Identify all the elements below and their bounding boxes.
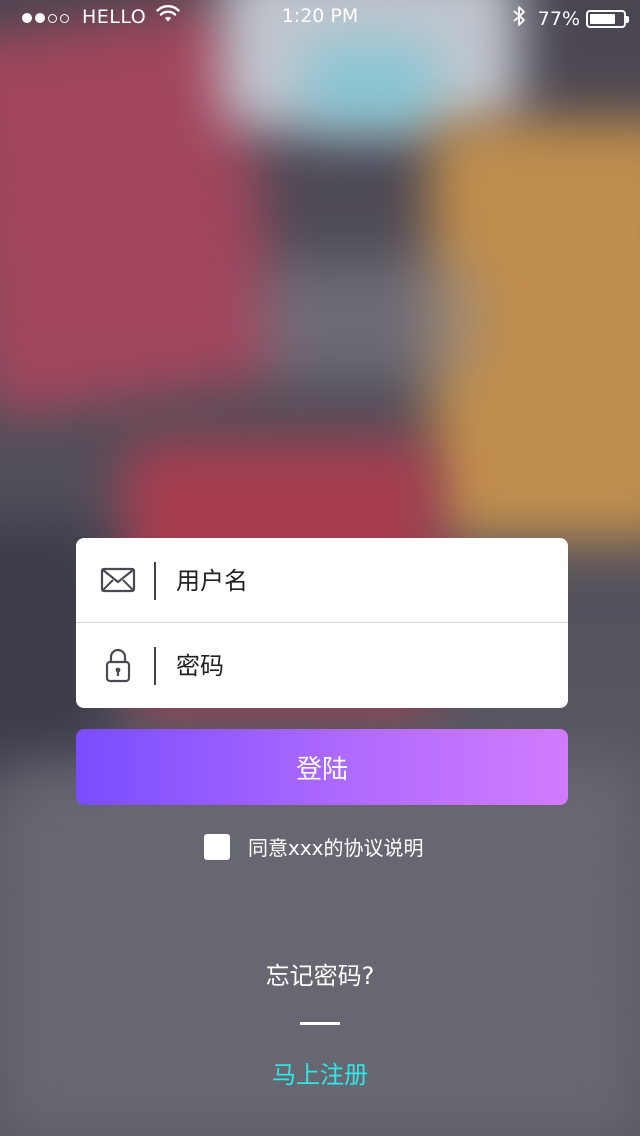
agreement-row: 同意xxx的协议说明: [204, 832, 424, 861]
register-link[interactable]: 马上注册: [0, 1055, 640, 1090]
login-button[interactable]: 登陆: [76, 729, 568, 805]
mail-icon: [98, 560, 138, 600]
agreement-text: 同意xxx的协议说明: [248, 836, 424, 860]
divider: [300, 1022, 340, 1025]
battery-fill: [590, 13, 615, 24]
username-separator: [154, 562, 156, 600]
battery-percent: 77%: [537, 7, 580, 30]
password-input[interactable]: [174, 641, 548, 691]
lock-icon: [98, 645, 138, 685]
password-separator: [154, 647, 156, 685]
status-bar: HELLO 1:20 PM 77%: [0, 0, 640, 34]
username-input[interactable]: [174, 556, 548, 606]
status-right: 77%: [512, 5, 629, 32]
password-row: [76, 623, 568, 707]
username-row: [76, 538, 568, 623]
battery-icon: [586, 9, 629, 28]
login-form-card: [76, 538, 568, 708]
bluetooth-icon: [512, 5, 526, 32]
agreement-checkbox[interactable]: [204, 833, 230, 860]
forgot-password-link[interactable]: 忘记密码?: [0, 956, 640, 991]
